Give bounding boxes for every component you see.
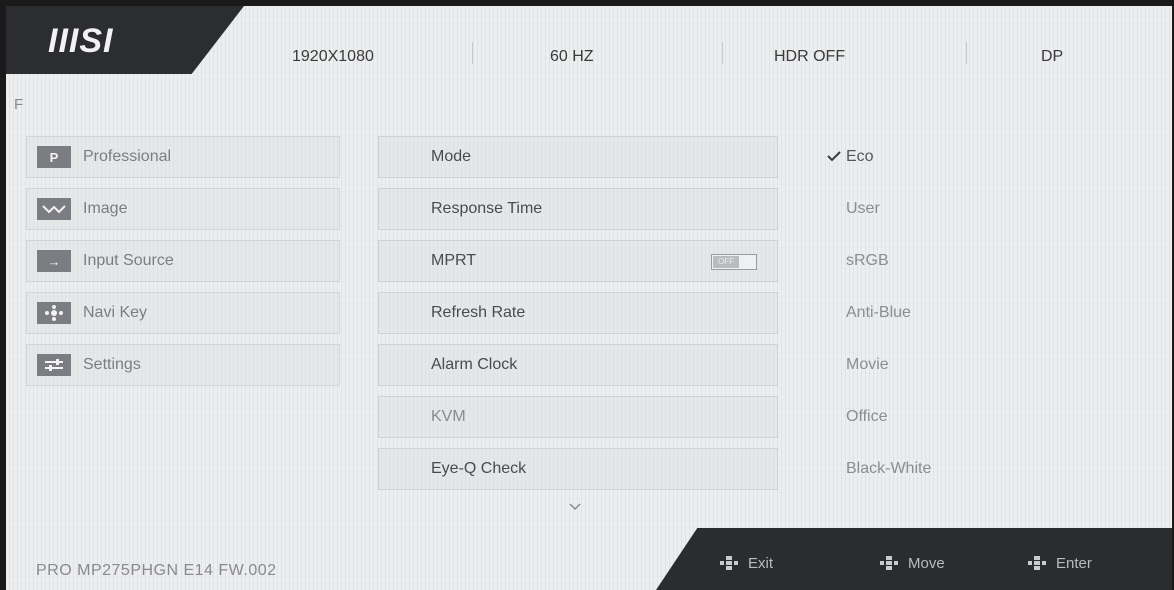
option-srgb[interactable]: sRGB	[846, 252, 889, 270]
menu-item-label: MPRT	[431, 252, 477, 269]
move-label: Move	[908, 554, 945, 572]
left-menu-navi-key[interactable]: Navi Key	[26, 292, 340, 334]
left-menu-label: Navi Key	[83, 304, 148, 321]
option-label: Movie	[846, 356, 889, 373]
option-label: Anti-Blue	[846, 304, 911, 321]
settings-sliders-icon	[37, 354, 71, 376]
option-label: Office	[846, 408, 888, 425]
menu-item-label: Eye-Q Check	[431, 460, 527, 477]
input-arrow-glyph: →	[47, 253, 61, 269]
input-status: DP	[1041, 48, 1064, 65]
section-letter: F	[14, 96, 24, 113]
exit-control[interactable]: Exit	[718, 554, 773, 572]
brand-logo: IIISI	[48, 22, 114, 60]
enter-label: Enter	[1056, 554, 1092, 572]
status-divider	[722, 42, 723, 64]
joystick-move-icon	[880, 556, 898, 570]
navi-key-icon	[37, 302, 71, 324]
menu-item-mprt[interactable]: MPRT OFF	[378, 240, 778, 282]
menu-item-label: Refresh Rate	[431, 304, 526, 321]
option-label: sRGB	[846, 252, 889, 269]
joystick-enter-icon	[1028, 556, 1046, 570]
hdr-status: HDR OFF	[774, 48, 846, 65]
refresh-status: 60 HZ	[550, 48, 594, 65]
menu-item-mode[interactable]: Mode	[378, 136, 778, 178]
model-firmware-label: PRO MP275PHGN E14 FW.002	[36, 562, 277, 579]
enter-control[interactable]: Enter	[1026, 554, 1092, 572]
mprt-toggle[interactable]: OFF	[711, 254, 757, 270]
menu-item-label: Response Time	[431, 200, 543, 217]
option-eco[interactable]: Eco	[827, 148, 874, 166]
option-label: Eco	[846, 148, 874, 165]
status-divider	[966, 42, 967, 64]
left-menu-label: Image	[83, 200, 128, 217]
osd-top-bar: IIISI 1920X1080 60 HZ HDR OFF DP	[6, 6, 1172, 74]
resolution-status: 1920X1080	[292, 48, 374, 65]
left-menu-label: Professional	[83, 148, 172, 165]
menu-item-kvm[interactable]: KVM	[378, 396, 778, 438]
left-menu-image[interactable]: Image	[26, 188, 340, 230]
left-menu-professional[interactable]: P Professional	[26, 136, 340, 178]
option-movie[interactable]: Movie	[846, 356, 889, 374]
monitor-osd-screen: IIISI 1920X1080 60 HZ HDR OFF DP F P Pro…	[6, 6, 1172, 590]
menu-item-refresh-rate[interactable]: Refresh Rate	[378, 292, 778, 334]
option-label: Black-White	[846, 460, 932, 477]
option-label: User	[846, 200, 880, 217]
menu-item-label: KVM	[431, 408, 466, 425]
left-menu-label: Input Source	[83, 252, 174, 269]
option-office[interactable]: Office	[846, 408, 888, 426]
exit-label: Exit	[748, 554, 774, 572]
menu-item-alarm-clock[interactable]: Alarm Clock	[378, 344, 778, 386]
joystick-exit-icon	[720, 556, 738, 570]
left-menu-settings[interactable]: Settings	[26, 344, 340, 386]
image-icon	[37, 198, 71, 220]
toggle-knob: OFF	[713, 256, 739, 268]
brand-slab	[6, 6, 244, 74]
professional-glyph: P	[49, 149, 59, 165]
menu-item-label: Alarm Clock	[431, 356, 518, 373]
menu-item-label: Mode	[431, 148, 472, 165]
chevron-down-icon[interactable]	[568, 500, 582, 514]
option-user[interactable]: User	[846, 200, 880, 218]
left-menu-label: Settings	[83, 356, 141, 373]
option-anti-blue[interactable]: Anti-Blue	[846, 304, 911, 322]
input-arrow-icon: →	[37, 250, 71, 272]
checkmark-icon	[827, 151, 841, 162]
menu-item-eye-q-check[interactable]: Eye-Q Check	[378, 448, 778, 490]
move-control[interactable]: Move	[878, 554, 945, 572]
professional-icon: P	[37, 146, 71, 168]
left-menu-input-source[interactable]: → Input Source	[26, 240, 340, 282]
menu-item-response-time[interactable]: Response Time	[378, 188, 778, 230]
option-black-white[interactable]: Black-White	[846, 460, 931, 478]
status-divider	[472, 42, 473, 64]
